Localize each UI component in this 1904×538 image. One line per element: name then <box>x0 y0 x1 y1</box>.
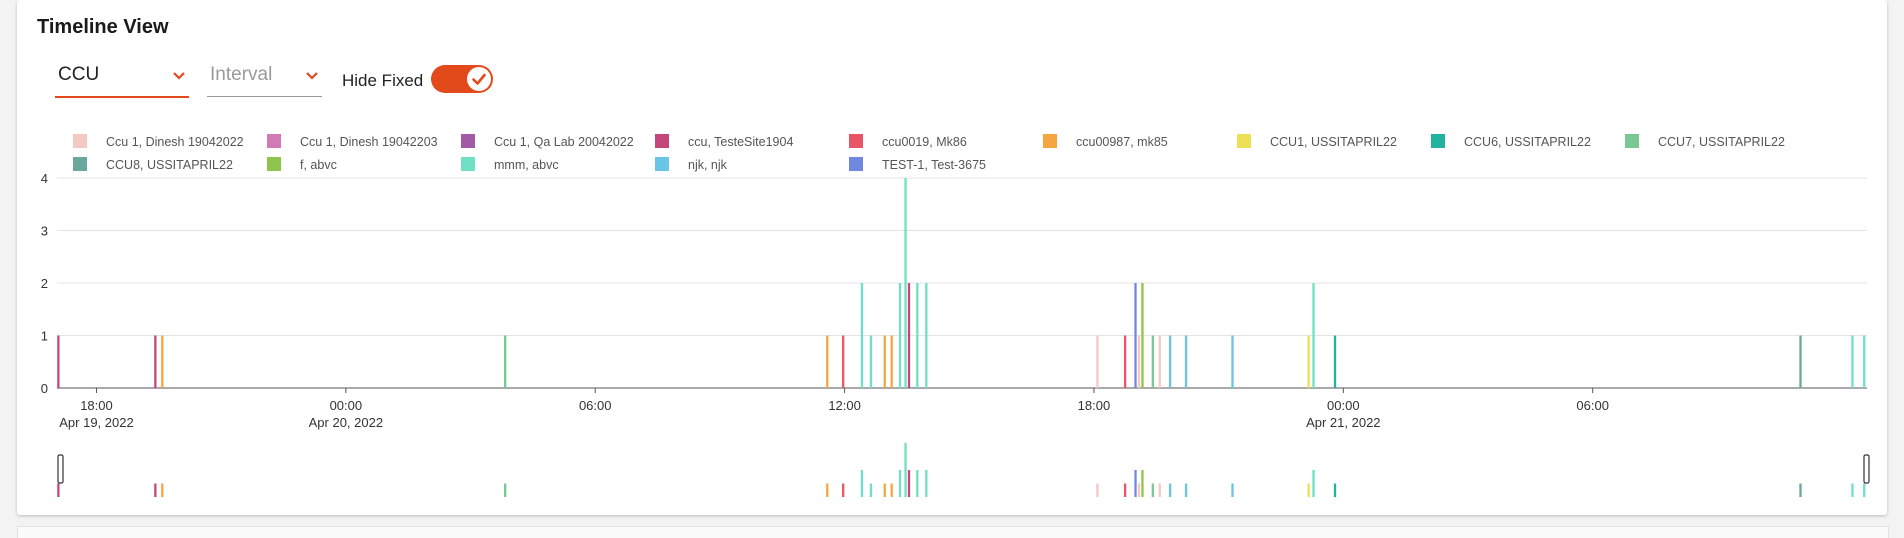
y-tick-label: 0 <box>41 381 48 396</box>
y-tick-label: 4 <box>41 171 48 186</box>
y-tick-label: 3 <box>41 224 48 239</box>
legend-swatch[interactable] <box>1237 134 1251 148</box>
legend-swatch[interactable] <box>73 157 87 171</box>
legend-label[interactable]: CCU6, USSITAPRIL22 <box>1464 135 1591 149</box>
legend-label[interactable]: ccu, TesteSite1904 <box>688 135 793 149</box>
chart-x-axis: 18:00 Apr 19, 2022 00:00 Apr 20, 2022 06:00 1… <box>59 388 1609 430</box>
timeline-chart: Ccu 1, Dinesh 19042022 Ccu 1, Dinesh 1904… <box>41 134 1870 497</box>
legend-swatch[interactable] <box>73 134 87 148</box>
chart-navigator[interactable] <box>57 443 1870 497</box>
legend-label[interactable]: ccu00987, mk85 <box>1076 135 1168 149</box>
legend-swatch[interactable] <box>1043 134 1057 148</box>
legend-swatch[interactable] <box>461 134 475 148</box>
navigator-left-handle[interactable] <box>57 454 64 484</box>
legend-label[interactable]: Ccu 1, Dinesh 19042022 <box>106 135 244 149</box>
x-tick-label: 00:00 <box>330 398 363 413</box>
navigator-right-handle[interactable] <box>1863 454 1870 484</box>
legend-swatch[interactable] <box>849 134 863 148</box>
legend-swatch[interactable] <box>849 157 863 171</box>
y-tick-label: 1 <box>41 329 48 344</box>
legend-label[interactable]: mmm, abvc <box>494 158 559 172</box>
legend-label[interactable]: CCU1, USSITAPRIL22 <box>1270 135 1397 149</box>
x-tick-label: 06:00 <box>579 398 612 413</box>
x-tick-label: 00:00 <box>1327 398 1360 413</box>
legend-label[interactable]: f, abvc <box>300 158 337 172</box>
x-date-label: Apr 21, 2022 <box>1306 415 1380 430</box>
x-tick-label: 18:00 <box>1078 398 1111 413</box>
x-date-label: Apr 19, 2022 <box>59 415 133 430</box>
next-panel-edge <box>17 526 1889 538</box>
legend-swatch[interactable] <box>461 157 475 171</box>
legend-label[interactable]: Ccu 1, Dinesh 19042203 <box>300 135 438 149</box>
chart-y-axis: 0 1 2 3 4 <box>41 171 48 396</box>
timeline-card: Timeline View CCU Interval Hide Fixed Cc… <box>17 0 1887 515</box>
y-tick-label: 2 <box>41 276 48 291</box>
x-tick-label: 12:00 <box>828 398 861 413</box>
legend-label[interactable]: njk, njk <box>688 158 728 172</box>
legend-swatch[interactable] <box>655 134 669 148</box>
chart-legend: Ccu 1, Dinesh 19042022 Ccu 1, Dinesh 1904… <box>73 134 1785 172</box>
legend-label[interactable]: CCU8, USSITAPRIL22 <box>106 158 233 172</box>
legend-swatch[interactable] <box>1431 134 1445 148</box>
legend-label[interactable]: ccu0019, Mk86 <box>882 135 967 149</box>
x-tick-label: 06:00 <box>1576 398 1609 413</box>
chart-gridlines <box>57 177 1867 389</box>
legend-label[interactable]: CCU7, USSITAPRIL22 <box>1658 135 1785 149</box>
x-date-label: Apr 20, 2022 <box>309 415 383 430</box>
legend-swatch[interactable] <box>267 157 281 171</box>
legend-swatch[interactable] <box>1625 134 1639 148</box>
legend-label[interactable]: Ccu 1, Qa Lab 20042022 <box>494 135 634 149</box>
x-tick-label: 18:00 <box>80 398 113 413</box>
legend-swatch[interactable] <box>655 157 669 171</box>
legend-swatch[interactable] <box>267 134 281 148</box>
legend-label[interactable]: TEST-1, Test-3675 <box>882 158 986 172</box>
